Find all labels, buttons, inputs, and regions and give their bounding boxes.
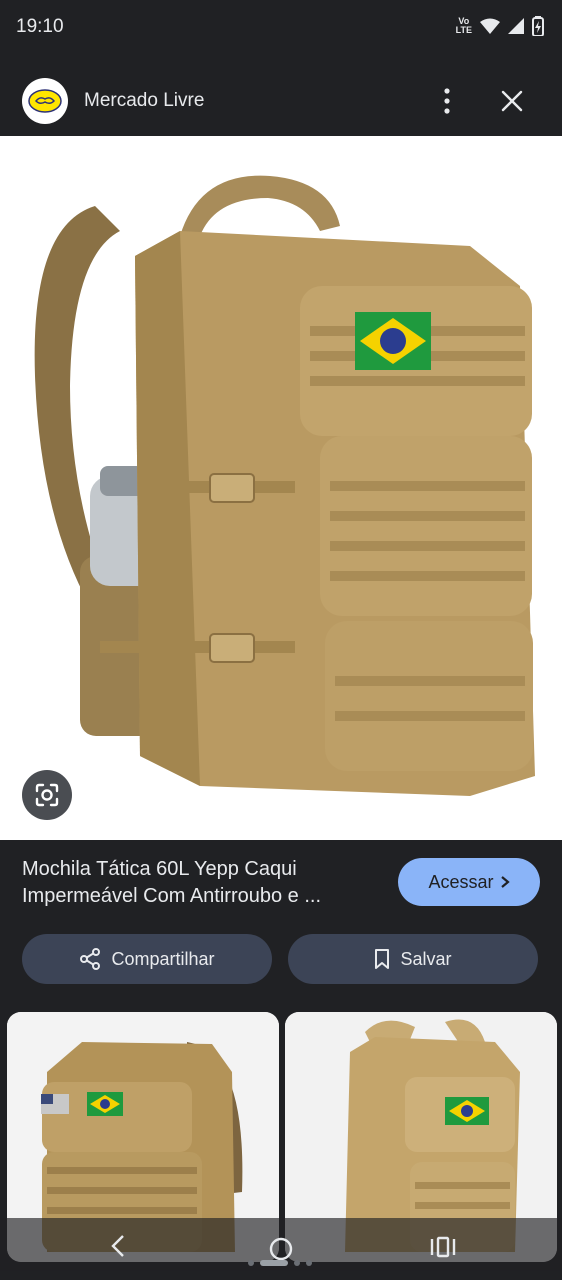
product-title-line-1: Mochila Tática 60L Yepp Caqui bbox=[22, 858, 297, 880]
volte-indicator: Vo LTE bbox=[455, 16, 472, 35]
lens-search-button[interactable] bbox=[22, 770, 72, 820]
share-button[interactable]: Compartilhar bbox=[22, 934, 272, 984]
app-bar: Mercado Livre bbox=[0, 56, 562, 136]
signal-icon bbox=[508, 18, 524, 34]
status-icons: Vo LTE bbox=[456, 16, 544, 36]
mercado-livre-logo bbox=[22, 78, 68, 124]
visit-button[interactable]: Acessar bbox=[398, 858, 540, 906]
battery-icon bbox=[532, 16, 544, 36]
page-dot bbox=[294, 1260, 300, 1266]
product-image[interactable] bbox=[0, 136, 562, 840]
more-options-icon[interactable] bbox=[436, 86, 458, 116]
product-title[interactable]: Mochila Tática 60L Yepp Caqui Impermeáve… bbox=[22, 856, 372, 910]
product-info-panel: Mochila Tática 60L Yepp Caqui Impermeáve… bbox=[0, 840, 562, 1010]
clock: 19:10 bbox=[16, 16, 64, 37]
wifi-icon bbox=[480, 18, 500, 34]
chevron-right-icon bbox=[500, 876, 510, 888]
back-icon[interactable] bbox=[110, 1234, 126, 1258]
page-dot bbox=[306, 1260, 312, 1266]
page-dot-active bbox=[260, 1260, 288, 1266]
save-label: Salvar bbox=[400, 948, 452, 969]
product-title-line-2: Impermeável Com Antirroubo e ... bbox=[22, 885, 322, 907]
status-bar: 19:10 Vo LTE bbox=[0, 0, 562, 56]
bookmark-icon bbox=[375, 949, 390, 969]
share-label: Compartilhar bbox=[111, 948, 215, 969]
recent-apps-icon[interactable] bbox=[430, 1236, 456, 1258]
close-icon[interactable] bbox=[500, 89, 524, 113]
backpack-illustration bbox=[34, 175, 535, 796]
share-icon bbox=[80, 948, 101, 970]
save-button[interactable]: Salvar bbox=[288, 934, 538, 984]
page-indicator bbox=[248, 1260, 312, 1266]
site-name: Mercado Livre bbox=[84, 90, 205, 111]
visit-button-label: Acessar bbox=[428, 871, 494, 892]
page-dot bbox=[248, 1260, 254, 1266]
home-icon[interactable] bbox=[268, 1236, 294, 1262]
system-navigation-bar bbox=[0, 1218, 562, 1280]
lens-icon bbox=[35, 783, 59, 807]
